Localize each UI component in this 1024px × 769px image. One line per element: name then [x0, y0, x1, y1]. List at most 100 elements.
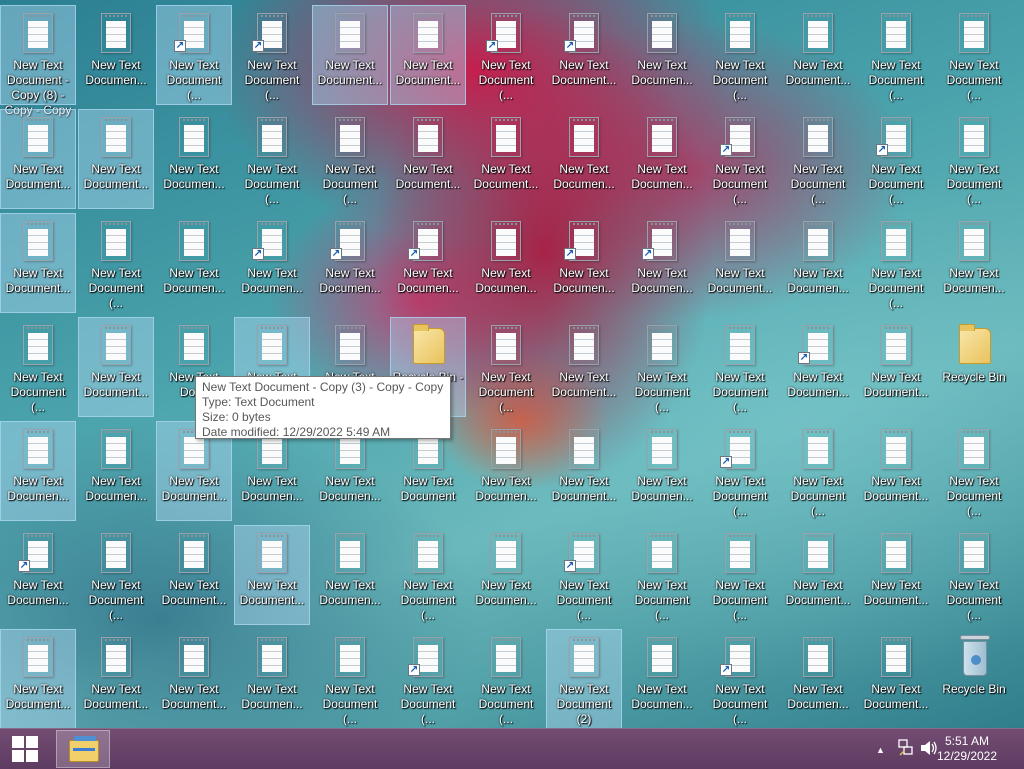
desktop-icon[interactable]: Recycle Bin — [936, 317, 1012, 417]
desktop-icon[interactable]: New Text Documen... — [78, 5, 154, 105]
desktop-icon[interactable]: ↗ New Text Documen... — [0, 525, 76, 625]
desktop-icon[interactable]: New Text Documen... — [546, 109, 622, 209]
desktop-icon[interactable]: New Text Document... — [156, 629, 232, 728]
text-document-icon — [101, 13, 131, 53]
desktop-icon[interactable]: New Text Document (... — [624, 525, 700, 625]
desktop-icon[interactable]: New Text Document... — [390, 5, 466, 105]
desktop-icon[interactable]: New Text Document... — [0, 629, 76, 728]
desktop-icon[interactable]: New Text Documen... — [234, 629, 310, 728]
desktop-icon[interactable]: New Text Document... — [0, 109, 76, 209]
desktop-icon[interactable]: New Text Document (... — [858, 213, 934, 313]
desktop-icon[interactable]: New Text Document... — [78, 317, 154, 417]
text-document-icon — [335, 325, 365, 365]
desktop[interactable]: New Text Document - Copy (8) - Copy - Co… — [0, 0, 1024, 728]
desktop-icon[interactable]: New Text Documen... — [936, 213, 1012, 313]
text-document-icon — [959, 429, 989, 469]
desktop-icon[interactable]: New Text Document (... — [936, 5, 1012, 105]
clock[interactable]: 5:51 AM 12/29/2022 — [932, 734, 1002, 764]
desktop-icon[interactable]: New Text Document (... — [936, 109, 1012, 209]
desktop-icon[interactable]: New Text Documen... — [468, 525, 544, 625]
desktop-icon[interactable]: ↗ New Text Document (... — [468, 5, 544, 105]
desktop-icon[interactable]: New Text Document... — [0, 213, 76, 313]
desktop-icon[interactable]: ↗ New Text Documen... — [390, 213, 466, 313]
desktop-icon[interactable]: New Text Documen... — [156, 213, 232, 313]
text-document-icon — [569, 325, 599, 365]
desktop-icon[interactable]: New Text Document... — [858, 629, 934, 728]
desktop-icon[interactable]: ↗ New Text Document (... — [702, 421, 778, 521]
desktop-icon[interactable]: New Text Document (... — [468, 629, 544, 728]
desktop-icon[interactable]: New Text Documen... — [780, 629, 856, 728]
desktop-icon[interactable]: New Text Document... — [780, 5, 856, 105]
start-button[interactable] — [0, 729, 50, 769]
desktop-icon[interactable]: Recycle Bin — [936, 629, 1012, 728]
desktop-icon[interactable]: New Text Document (... — [702, 525, 778, 625]
desktop-icon[interactable]: New Text Document (... — [780, 421, 856, 521]
desktop-icon[interactable]: New Text Document (... — [312, 109, 388, 209]
desktop-icon[interactable]: New Text Document - Copy (8) - Copy - Co… — [0, 5, 76, 117]
desktop-icon[interactable]: New Text Document (... — [468, 317, 544, 417]
desktop-icon[interactable]: New Text Document (... — [78, 213, 154, 313]
desktop-icon[interactable]: New Text Documen... — [624, 421, 700, 521]
desktop-icon[interactable]: New Text Document... — [546, 421, 622, 521]
desktop-icon[interactable]: New Text Documen... — [468, 421, 544, 521]
text-document-icon — [647, 117, 677, 157]
desktop-icon-label: New Text Documen... — [7, 474, 69, 503]
desktop-icon[interactable]: ↗ New Text Document (... — [546, 525, 622, 625]
desktop-icon[interactable]: ↗ New Text Document (... — [234, 5, 310, 105]
desktop-icon[interactable]: New Text Documen... — [0, 421, 76, 521]
desktop-icon[interactable]: New Text Document (... — [702, 5, 778, 105]
desktop-icon[interactable]: New Text Documen... — [312, 525, 388, 625]
desktop-icon[interactable]: New Text Document... — [858, 317, 934, 417]
network-icon[interactable] — [898, 739, 914, 760]
desktop-icon[interactable]: New Text Document... — [858, 525, 934, 625]
desktop-icon[interactable]: ↗ New Text Document... — [546, 5, 622, 105]
desktop-icon[interactable]: New Text Document... — [546, 317, 622, 417]
desktop-icon[interactable]: New Text Document... — [156, 525, 232, 625]
desktop-icon[interactable]: New Text Document (... — [0, 317, 76, 417]
desktop-icon-label: New Text Document... — [551, 474, 617, 503]
desktop-icon[interactable]: New Text Documen... — [624, 109, 700, 209]
desktop-icon[interactable]: New Text Documen... — [156, 109, 232, 209]
desktop-icon[interactable]: New Text Document... — [858, 421, 934, 521]
desktop-icon[interactable]: New Text Document (... — [702, 317, 778, 417]
desktop-icon[interactable]: New Text Document (... — [780, 109, 856, 209]
desktop-icon[interactable]: New Text Document (... — [312, 629, 388, 728]
desktop-icon[interactable]: New Text Document... — [468, 109, 544, 209]
desktop-icon[interactable]: ↗ New Text Document (... — [702, 109, 778, 209]
desktop-icon[interactable]: ↗ New Text Documen... — [780, 317, 856, 417]
desktop-icon[interactable]: New Text Documen... — [78, 421, 154, 521]
desktop-icon-label: New Text Document (... — [712, 370, 768, 414]
desktop-icon[interactable]: New Text Document... — [234, 525, 310, 625]
desktop-icon[interactable]: New Text Document (... — [936, 421, 1012, 521]
desktop-icon[interactable]: New Text Documen... — [780, 213, 856, 313]
desktop-icon[interactable]: New Text Document (... — [78, 525, 154, 625]
desktop-icon[interactable]: New Text Document (2) — [546, 629, 622, 728]
desktop-icon[interactable]: New Text Document... — [312, 5, 388, 105]
desktop-icon[interactable]: New Text Document... — [78, 109, 154, 209]
desktop-icon[interactable]: New Text Document... — [78, 629, 154, 728]
desktop-icon[interactable]: New Text Document (... — [936, 525, 1012, 625]
desktop-icon-label: New Text Document (... — [166, 58, 222, 102]
desktop-icon[interactable]: ↗ New Text Documen... — [234, 213, 310, 313]
desktop-icon[interactable]: New Text Document (... — [858, 5, 934, 105]
desktop-icon[interactable]: New Text Documen... — [468, 213, 544, 313]
desktop-icon[interactable]: ↗ New Text Document (... — [858, 109, 934, 209]
desktop-icon[interactable]: ↗ New Text Documen... — [624, 213, 700, 313]
desktop-icon[interactable]: ↗ New Text Document (... — [156, 5, 232, 105]
desktop-icon[interactable]: ↗ New Text Documen... — [546, 213, 622, 313]
desktop-icon[interactable]: New Text Document... — [702, 213, 778, 313]
desktop-icon[interactable]: New Text Documen... — [624, 629, 700, 728]
desktop-icon[interactable]: ↗ New Text Documen... — [312, 213, 388, 313]
desktop-icon[interactable]: New Text Document... — [780, 525, 856, 625]
desktop-icon-label: Recycle Bin — [942, 370, 1006, 384]
desktop-icon[interactable]: New Text Document (... — [390, 525, 466, 625]
text-document-icon — [881, 325, 911, 365]
desktop-icon[interactable]: New Text Document... — [390, 109, 466, 209]
file-explorer-taskbar-button[interactable] — [56, 730, 110, 768]
desktop-icon[interactable]: ↗ New Text Document (... — [702, 629, 778, 728]
desktop-icon[interactable]: New Text Documen... — [624, 5, 700, 105]
show-hidden-icons-button[interactable]: ▲ — [876, 743, 885, 757]
desktop-icon[interactable]: New Text Document (... — [624, 317, 700, 417]
desktop-icon[interactable]: New Text Document (... — [234, 109, 310, 209]
desktop-icon[interactable]: ↗ New Text Document (... — [390, 629, 466, 728]
